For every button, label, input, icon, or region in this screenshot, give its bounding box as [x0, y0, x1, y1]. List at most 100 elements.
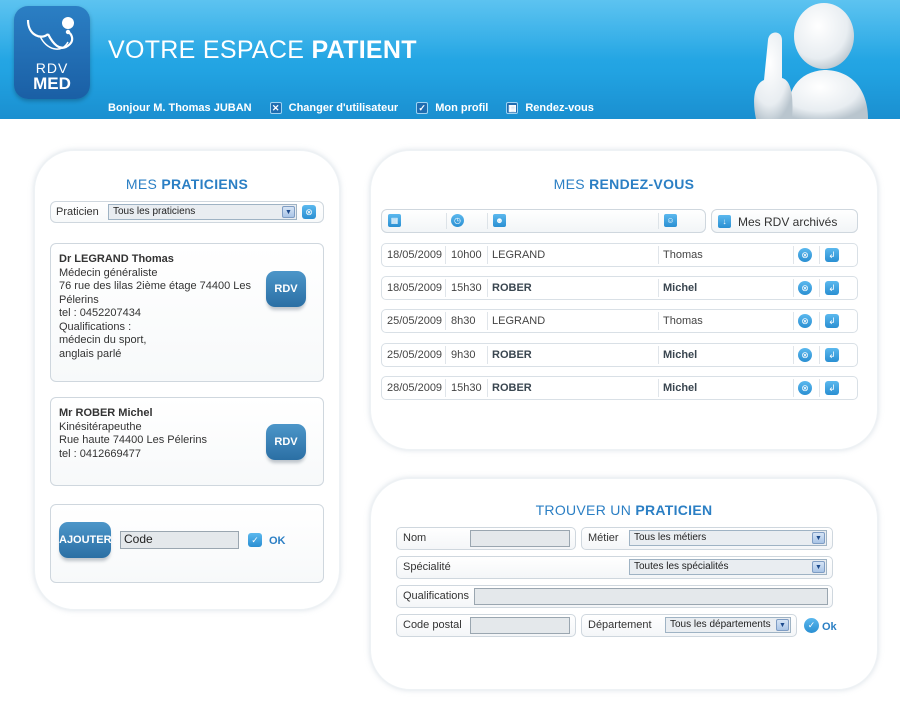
- check-icon[interactable]: ✓: [248, 533, 262, 547]
- chevron-down-icon[interactable]: ▼: [282, 206, 295, 218]
- calendar-icon[interactable]: ▦: [506, 102, 519, 114]
- nom-input[interactable]: [470, 530, 570, 547]
- specialite-label: Spécialité: [403, 561, 451, 573]
- page-title: VOTRE ESPACE PATIENT: [108, 36, 417, 65]
- rdv-lastname: LEGRAND: [492, 249, 546, 261]
- praticien-filter-value: Tous les praticiens: [113, 206, 196, 217]
- rdv-firstname: Thomas: [663, 249, 703, 261]
- rdv-time: 10h00: [451, 249, 482, 261]
- profile-link[interactable]: Mon profil: [435, 102, 488, 114]
- add-button[interactable]: AJOUTER: [59, 522, 112, 558]
- doctor-line: 76 rue des lilas 2ième étage 74400 Les: [59, 280, 252, 292]
- rdv-date: 25/05/2009: [387, 315, 443, 327]
- change-user-link[interactable]: Changer d'utilisateur: [289, 102, 399, 114]
- modify-rdv-icon[interactable]: ↲: [825, 348, 839, 362]
- metier-label: Métier: [588, 532, 619, 544]
- rdv-time: 8h30: [451, 315, 476, 327]
- doctor-line: Kinésitérapeuthe: [59, 420, 142, 433]
- rendezvous-title-light: MES: [553, 176, 590, 192]
- stethoscope-logo-icon: [26, 17, 74, 50]
- calendar-icon[interactable]: ▦: [388, 214, 401, 227]
- page-title-light: VOTRE ESPACE: [108, 36, 312, 64]
- praticien-filter-select[interactable]: Tous les praticiens ▼: [108, 204, 297, 220]
- rdv-firstname: Michel: [663, 282, 698, 294]
- rdv-date: 18/05/2009: [387, 282, 443, 294]
- doctor-name: Mr ROBER Michel: [59, 407, 153, 419]
- check-icon[interactable]: ✓: [416, 102, 429, 114]
- appointments-link[interactable]: Rendez-vous: [525, 102, 593, 114]
- search-title: TROUVER UN PRATICIEN: [371, 502, 877, 518]
- code-postal-input[interactable]: [470, 617, 570, 634]
- specialite-value: Toutes les spécialités: [634, 561, 729, 572]
- check-icon[interactable]: ✓: [804, 618, 819, 633]
- doctor-line: médecin du sport,: [59, 334, 147, 346]
- clock-icon[interactable]: ◷: [451, 214, 464, 227]
- cancel-rdv-icon[interactable]: ⊗: [798, 348, 812, 362]
- modify-rdv-icon[interactable]: ↲: [825, 281, 839, 295]
- search-title-bold: PRATICIEN: [635, 502, 713, 518]
- add-ok-link[interactable]: OK: [269, 535, 286, 547]
- download-arrow-icon: ↓: [718, 215, 731, 228]
- rendezvous-title-bold: RENDEZ-VOUS: [589, 176, 695, 192]
- rendezvous-panel: MES RENDEZ-VOUS: [370, 150, 878, 450]
- user-lastname-icon[interactable]: ☻: [493, 214, 506, 227]
- rdv-row: 18/05/2009 15h30 ROBER Michel ⊗ ↲: [381, 276, 858, 300]
- doctor-line: Médecin généraliste: [59, 266, 158, 279]
- doctor-line: Pélerins: [59, 293, 99, 306]
- departement-value: Tous les départements: [670, 619, 771, 630]
- code-input[interactable]: Code: [120, 531, 239, 549]
- logo-med-text: MED: [33, 74, 71, 93]
- doctor-line: tel : 0412669477: [59, 447, 141, 460]
- cancel-rdv-icon[interactable]: ⊗: [798, 281, 812, 295]
- qualifications-label: Qualifications: [403, 590, 470, 602]
- search-title-light: TROUVER UN: [535, 502, 636, 518]
- archived-rdv-label: Mes RDV archivés: [738, 215, 838, 229]
- rdv-time: 15h30: [451, 382, 482, 394]
- rdv-row: 28/05/2009 15h30 ROBER Michel ⊗ ↲: [381, 376, 858, 400]
- rdv-row: 18/05/2009 10h00 LEGRAND Thomas ⊗ ↲: [381, 243, 858, 267]
- top-nav: Bonjour M. Thomas JUBAN ✕ Changer d'util…: [108, 100, 594, 116]
- chevron-down-icon[interactable]: ▼: [812, 532, 825, 544]
- chevron-down-icon[interactable]: ▼: [812, 561, 825, 573]
- specialite-select[interactable]: Toutes les spécialités ▼: [629, 559, 827, 575]
- departement-select[interactable]: Tous les départements ▼: [665, 617, 791, 633]
- metier-select[interactable]: Tous les métiers ▼: [629, 530, 827, 546]
- rdv-firstname: Michel: [663, 382, 698, 394]
- header: RDV MED VOTRE ESPACE PATIENT Bonjour M. …: [0, 0, 900, 119]
- praticien-filter-label: Praticien: [56, 206, 99, 218]
- rdv-date: 25/05/2009: [387, 349, 443, 361]
- rdv-row: 25/05/2009 8h30 LEGRAND Thomas ⊗ ↲: [381, 309, 858, 333]
- rdv-firstname: Michel: [663, 349, 698, 361]
- modify-rdv-icon[interactable]: ↲: [825, 381, 839, 395]
- qualifications-input[interactable]: [474, 588, 828, 605]
- modify-rdv-icon[interactable]: ↲: [825, 314, 839, 328]
- greeting-text: Bonjour M. Thomas JUBAN: [108, 102, 252, 114]
- user-firstname-icon[interactable]: ☺: [664, 214, 677, 227]
- search-panel: TROUVER UN PRATICIEN: [370, 478, 878, 690]
- rdv-lastname: ROBER: [492, 349, 532, 361]
- cancel-rdv-icon[interactable]: ⊗: [798, 381, 812, 395]
- rdv-date: 18/05/2009: [387, 249, 443, 261]
- doctor-line: Qualifications :: [59, 320, 132, 333]
- nom-label: Nom: [403, 532, 427, 544]
- chevron-down-icon[interactable]: ▼: [776, 619, 789, 631]
- doctor-line: tel : 0452207434: [59, 307, 141, 319]
- archived-rdv-button[interactable]: ↓ Mes RDV archivés: [711, 209, 858, 233]
- doctor-legrand-info: Dr LEGRAND Thomas Médecin généraliste 76…: [59, 253, 265, 361]
- cancel-rdv-icon[interactable]: ⊗: [798, 314, 812, 328]
- rdv-lastname: ROBER: [492, 282, 532, 294]
- code-postal-label: Code postal: [403, 619, 462, 631]
- rdvmed-logo[interactable]: RDV MED: [14, 6, 90, 99]
- praticiens-title: MES PRATICIENS: [35, 176, 339, 192]
- clear-filter-icon[interactable]: ⊗: [302, 205, 316, 219]
- rdv-button-rober[interactable]: RDV: [266, 424, 306, 460]
- doctor-line: anglais parlé: [59, 347, 122, 360]
- close-icon[interactable]: ✕: [269, 102, 282, 114]
- modify-rdv-icon[interactable]: ↲: [825, 248, 839, 262]
- rdv-row: 25/05/2009 9h30 ROBER Michel ⊗ ↲: [381, 343, 858, 367]
- rdv-date: 28/05/2009: [387, 382, 443, 394]
- thumbs-up-mascot-icon: [754, 3, 868, 119]
- rdv-button-legrand[interactable]: RDV: [266, 271, 306, 307]
- cancel-rdv-icon[interactable]: ⊗: [798, 248, 812, 262]
- search-ok-link[interactable]: Ok: [822, 621, 837, 633]
